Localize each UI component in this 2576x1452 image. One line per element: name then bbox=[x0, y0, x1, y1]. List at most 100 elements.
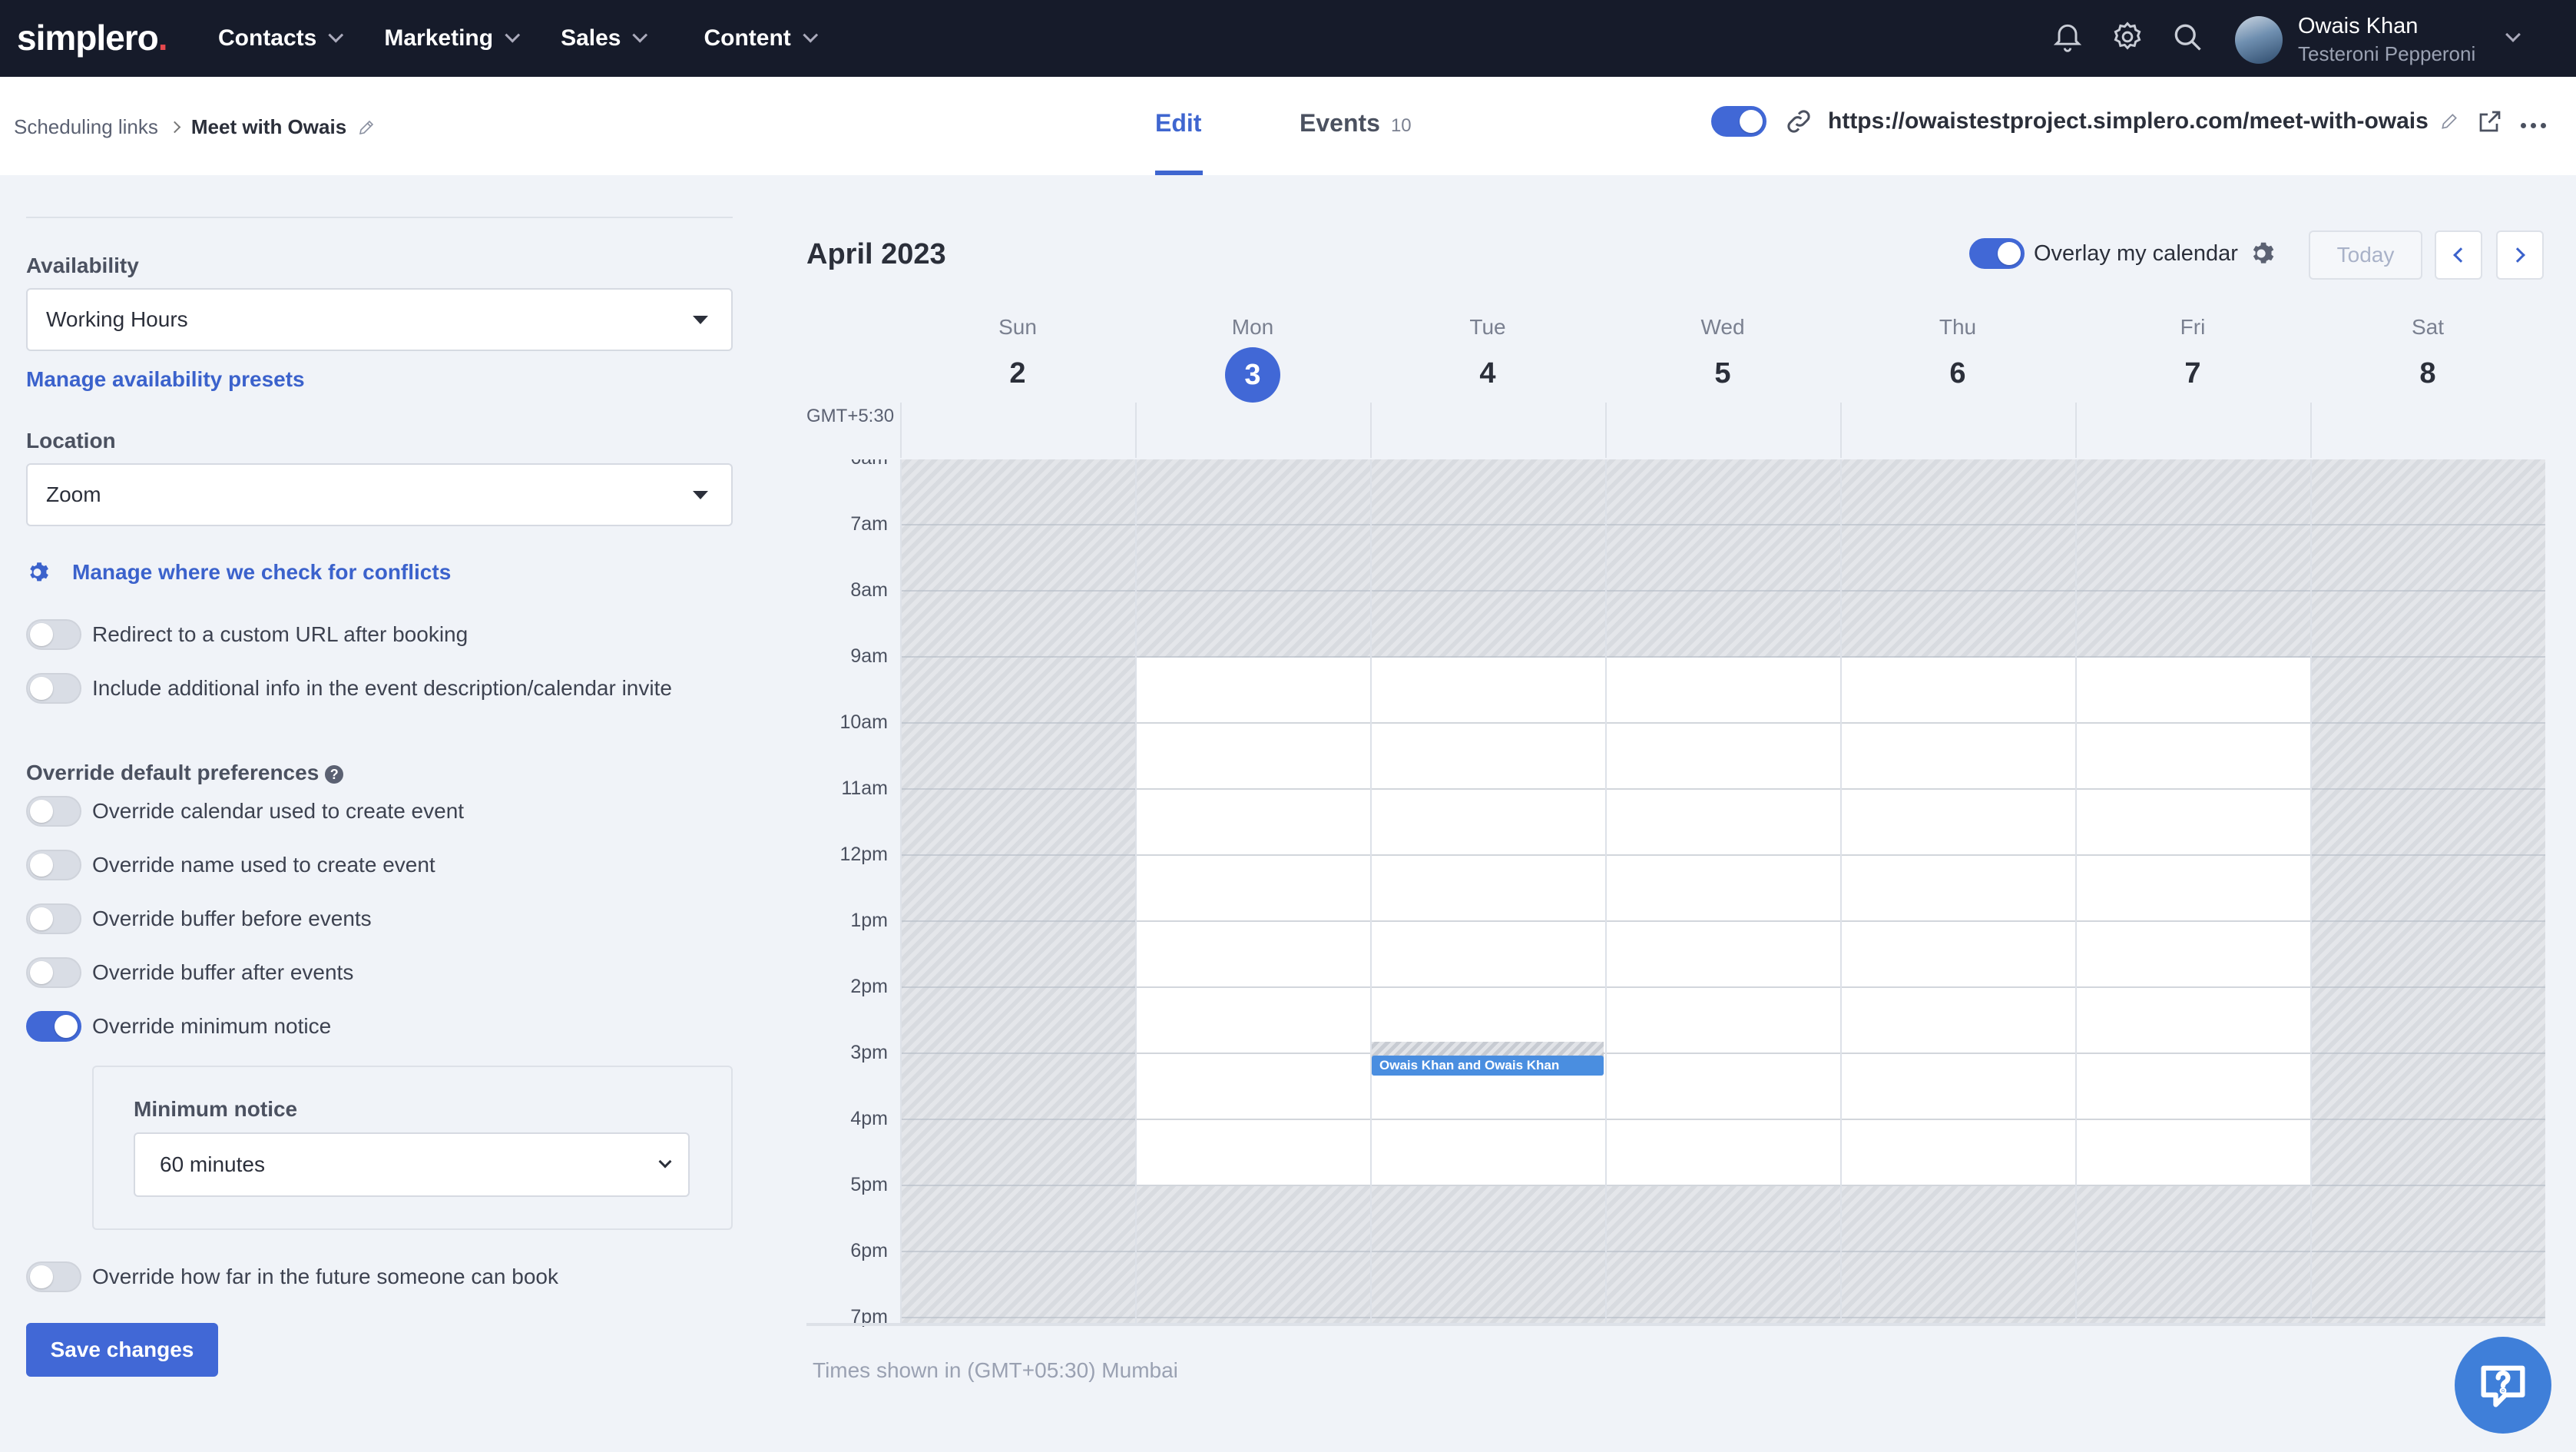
redirect-toggle-row: Redirect to a custom URL after booking bbox=[26, 619, 468, 650]
unavailable-block bbox=[900, 658, 1135, 1323]
day-column-line bbox=[1135, 459, 1137, 1323]
chevron-right-icon bbox=[168, 121, 181, 134]
hour-line bbox=[900, 854, 2545, 856]
hour-label: 1pm bbox=[850, 910, 888, 931]
redirect-toggle[interactable] bbox=[26, 619, 81, 650]
manage-conflicts-link[interactable]: Manage where we check for conflicts bbox=[26, 559, 451, 585]
include-info-toggle[interactable] bbox=[26, 673, 81, 704]
week-time-grid[interactable] bbox=[900, 459, 2545, 1323]
location-select[interactable]: Zoom bbox=[26, 463, 733, 526]
divider bbox=[1135, 403, 1137, 458]
day-column-line bbox=[1840, 459, 1842, 1323]
day-header-tue: Tue 4 bbox=[1469, 315, 1506, 390]
unavailable-block bbox=[2310, 658, 2545, 1323]
top-navigation-bar: simplero. Contacts Marketing Sales Conte… bbox=[0, 0, 2576, 77]
overlay-calendar-toggle[interactable] bbox=[1969, 238, 2025, 269]
link-enabled-toggle[interactable] bbox=[1711, 106, 1766, 137]
divider bbox=[26, 217, 733, 218]
overlay-calendar-label: Overlay my calendar bbox=[2034, 240, 2238, 266]
previous-week-button[interactable] bbox=[2435, 230, 2482, 280]
pencil-icon[interactable] bbox=[357, 118, 376, 137]
help-icon[interactable]: ? bbox=[325, 764, 344, 784]
override-buffer-after-toggle[interactable] bbox=[26, 957, 81, 988]
hour-line bbox=[900, 656, 2545, 658]
chevron-down-icon bbox=[2505, 27, 2521, 42]
day-column-line bbox=[1370, 459, 1372, 1323]
day-header-sun: Sun 2 bbox=[998, 315, 1037, 390]
day-column-line bbox=[1605, 459, 1607, 1323]
override-calendar-toggle[interactable] bbox=[26, 796, 81, 827]
user-name: Owais Khan bbox=[2298, 14, 2419, 38]
tab-events[interactable]: Events 10 bbox=[1300, 109, 1412, 138]
bell-icon[interactable] bbox=[2051, 20, 2084, 54]
override-preferences-heading: Override default preferences? bbox=[26, 761, 344, 785]
divider bbox=[1605, 403, 1607, 458]
user-menu[interactable]: Owais Khan Testeroni Pepperoni bbox=[2235, 14, 2521, 66]
chevron-down-icon bbox=[658, 1155, 672, 1169]
unavailable-block bbox=[1135, 1186, 2310, 1323]
location-label: Location bbox=[26, 429, 116, 453]
hour-line bbox=[900, 986, 2545, 988]
chevron-down-icon bbox=[328, 27, 344, 43]
more-options-icon[interactable] bbox=[2521, 123, 2546, 128]
hour-line bbox=[900, 722, 2545, 724]
hour-line bbox=[900, 788, 2545, 790]
override-calendar-row: Override calendar used to create event bbox=[26, 796, 464, 827]
timezone-note: Times shown in (GMT+05:30) Mumbai bbox=[813, 1358, 1178, 1382]
divider bbox=[1370, 403, 1372, 458]
divider bbox=[900, 403, 902, 458]
hour-line bbox=[900, 1185, 2545, 1186]
public-url[interactable]: https://owaistestproject.simplero.com/me… bbox=[1828, 108, 2429, 134]
override-min-notice-row: Override minimum notice bbox=[26, 1011, 331, 1042]
search-icon[interactable] bbox=[2170, 20, 2204, 54]
hour-line bbox=[900, 590, 2545, 592]
nav-contacts[interactable]: Contacts bbox=[218, 25, 344, 51]
chevron-down-icon bbox=[803, 27, 818, 43]
save-changes-button[interactable]: Save changes bbox=[26, 1323, 218, 1377]
day-header-mon: Mon 3 bbox=[1135, 315, 1370, 403]
chevron-down-icon bbox=[505, 27, 521, 43]
override-buffer-before-toggle[interactable] bbox=[26, 903, 81, 934]
event-buffer bbox=[1372, 1042, 1604, 1057]
events-count-badge: 10 bbox=[1390, 115, 1412, 136]
minimum-notice-select[interactable]: 60 minutes bbox=[134, 1132, 690, 1197]
gear-icon[interactable] bbox=[2249, 239, 2278, 268]
day-header-wed: Wed 5 bbox=[1700, 315, 1745, 390]
next-week-button[interactable] bbox=[2496, 230, 2544, 280]
overlay-calendar-control: Overlay my calendar bbox=[1969, 238, 2278, 269]
hour-label: 5pm bbox=[850, 1174, 888, 1195]
nav-sales[interactable]: Sales bbox=[561, 25, 648, 51]
manage-availability-presets-link[interactable]: Manage availability presets bbox=[26, 367, 305, 392]
gear-icon[interactable] bbox=[2111, 20, 2144, 54]
nav-content[interactable]: Content bbox=[704, 25, 818, 51]
hour-line bbox=[900, 1119, 2545, 1120]
simplero-logo[interactable]: simplero. bbox=[17, 17, 167, 58]
hour-line bbox=[900, 524, 2545, 525]
divider bbox=[806, 1323, 2545, 1326]
breadcrumb-parent[interactable]: Scheduling links bbox=[14, 115, 158, 139]
external-link-icon[interactable] bbox=[2476, 108, 2504, 135]
override-min-notice-toggle[interactable] bbox=[26, 1011, 81, 1042]
day-header-fri: Fri 7 bbox=[2180, 315, 2206, 390]
override-name-row: Override name used to create event bbox=[26, 850, 435, 880]
hour-label: 3pm bbox=[850, 1042, 888, 1063]
today-marker: 3 bbox=[1225, 347, 1280, 403]
minimum-notice-label: Minimum notice bbox=[134, 1097, 298, 1121]
divider bbox=[2310, 403, 2312, 458]
active-tab-indicator bbox=[1155, 171, 1203, 175]
chevron-left-icon bbox=[2453, 247, 2468, 263]
question-bubble-icon bbox=[2481, 1365, 2525, 1407]
override-future-toggle[interactable] bbox=[26, 1261, 81, 1292]
day-header-sat: Sat 8 bbox=[2411, 315, 2445, 390]
main-nav: Contacts Marketing Sales Content bbox=[218, 0, 859, 77]
tab-edit[interactable]: Edit bbox=[1155, 109, 1201, 138]
help-chat-button[interactable] bbox=[2455, 1337, 2551, 1434]
override-name-toggle[interactable] bbox=[26, 850, 81, 880]
nav-marketing[interactable]: Marketing bbox=[384, 25, 521, 51]
availability-select[interactable]: Working Hours bbox=[26, 288, 733, 351]
calendar-event[interactable]: Owais Khan and Owais Khan bbox=[1372, 1056, 1604, 1076]
today-button[interactable]: Today bbox=[2309, 230, 2422, 280]
pencil-icon[interactable] bbox=[2439, 111, 2459, 131]
hour-label: 10am bbox=[839, 711, 888, 733]
breadcrumb: Scheduling links Meet with Owais bbox=[14, 115, 376, 139]
